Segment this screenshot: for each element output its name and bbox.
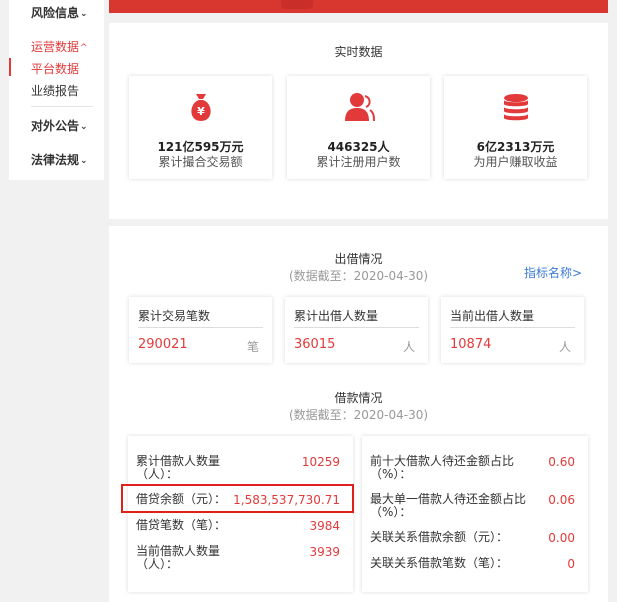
divider	[294, 327, 419, 328]
borrowing-left-row-3-label: 当前借款人数量 （人）：	[136, 545, 220, 571]
borrowing-left-row-3-value: 3939	[309, 545, 340, 559]
metric-value: 10874	[450, 337, 492, 352]
metric-unit: 笔	[246, 340, 259, 354]
indicator-names-link[interactable]: 指标名称>	[524, 264, 582, 281]
coin-stack-icon	[503, 94, 528, 121]
divider	[138, 327, 263, 328]
metric-label: 累计出借人数量	[294, 309, 379, 323]
metric-card-lenders-current: 当前出借人数量 10874 人	[441, 297, 584, 363]
borrowing-title: 借款情况	[334, 391, 383, 405]
nav-operations[interactable]: 运营数据^	[31, 38, 88, 55]
nav-risk-info-label: 风险信息	[31, 6, 80, 20]
nav-operations-label: 运营数据	[31, 40, 80, 54]
metric-value: 36015	[294, 337, 336, 352]
money-bag-icon: ¥	[190, 94, 211, 121]
stat-card-transaction: ¥ 121亿595万元 累计撮合交易额	[129, 76, 272, 179]
chevron-down-icon: ⌄	[80, 9, 88, 19]
borrowing-right-row-1-value: 0.06	[548, 493, 575, 507]
stat-card-earnings: 6亿2313万元 为用户赚取收益	[444, 76, 587, 179]
label-line: （人）：	[136, 467, 179, 481]
stat-label: 累计注册用户数	[316, 155, 401, 169]
borrowing-right-row-1-label: 最大单一借款人待还金额占比 （%）：	[370, 493, 526, 519]
label-line: （%）：	[370, 505, 412, 519]
stat-label: 累计撮合交易额	[158, 155, 243, 169]
borrowing-left-row-2-label: 借贷笔数（笔）：	[136, 518, 227, 532]
highlight-box	[121, 484, 354, 513]
metric-unit: 人	[558, 340, 571, 354]
borrowing-left-row-2-value: 3984	[309, 519, 340, 533]
borrowing-right-row-3-label: 关联关系借款笔数（笔）：	[370, 556, 509, 570]
divider	[450, 327, 575, 328]
divider	[31, 106, 93, 107]
borrowing-right-row-2-label: 关联关系借款余额（元）：	[370, 530, 509, 544]
chevron-up-icon: ^	[80, 43, 88, 53]
borrowing-right-row-3-value: 0	[567, 557, 575, 571]
metric-label: 累计交易笔数	[138, 309, 211, 323]
nav-platform-data[interactable]: 平台数据	[31, 60, 79, 77]
borrowing-right-row-2-value: 0.00	[548, 531, 575, 545]
chevron-down-icon: ⌄	[80, 156, 88, 166]
metric-unit: 人	[402, 340, 415, 354]
nav-regulations[interactable]: 法律法规⌄	[31, 151, 88, 168]
nav-regulations-label: 法律法规	[31, 153, 80, 167]
nav-announcements[interactable]: 对外公告⌄	[31, 117, 88, 134]
stat-label: 为用户赚取收益	[473, 155, 558, 169]
active-indicator	[9, 58, 11, 76]
chevron-down-icon: ⌄	[80, 122, 88, 132]
borrowing-left-row-0-value: 10259	[301, 455, 340, 469]
stat-card-users: 446325人 累计注册用户数	[287, 76, 430, 179]
header-tab	[281, 0, 313, 9]
metric-label: 当前出借人数量	[450, 309, 535, 323]
label-line: （人）：	[136, 557, 179, 571]
borrowing-right-row-0-value: 0.60	[548, 455, 575, 469]
label-line: （%）：	[370, 467, 412, 481]
nav-announcements-label: 对外公告	[31, 119, 80, 133]
metric-card-transactions: 累计交易笔数 290021 笔	[129, 297, 272, 363]
realtime-panel: 实时数据 ¥ 121亿595万元 累计撮合交易额 446325人 累计注册用户数…	[109, 23, 608, 219]
user-icon	[344, 93, 375, 122]
sidebar: 风险信息⌄ 运营数据^ 平台数据 业绩报告 对外公告⌄ 法律法规⌄	[9, 0, 104, 180]
borrowing-left-row-0-label: 累计借款人数量 （人）：	[136, 455, 220, 481]
metric-card-lenders-total: 累计出借人数量 36015 人	[285, 297, 428, 363]
svg-text:¥: ¥	[197, 105, 205, 118]
metric-value: 290021	[138, 337, 188, 352]
nav-performance-report[interactable]: 业绩报告	[31, 82, 79, 99]
realtime-title: 实时数据	[334, 45, 383, 59]
header-banner	[109, 0, 608, 13]
nav-risk-info[interactable]: 风险信息⌄	[31, 4, 88, 21]
borrowing-right-row-0-label: 前十大借款人待还金额占比 （%）：	[370, 455, 514, 481]
borrowing-subtitle: (数据截至：2020-04-30)	[288, 408, 429, 422]
